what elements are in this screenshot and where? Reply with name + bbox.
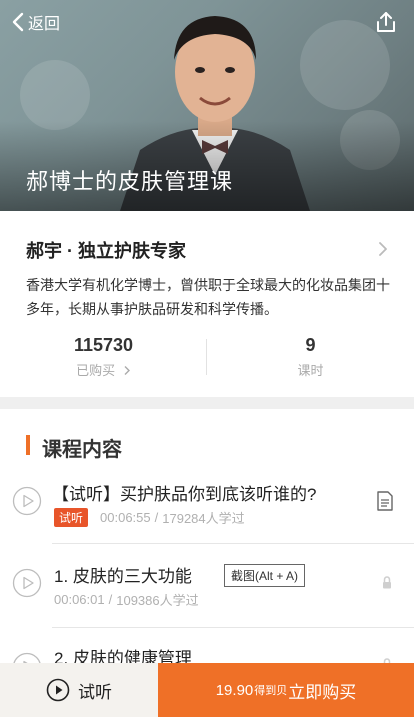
lessons-label: 课时	[297, 363, 324, 378]
lesson-title: 2. 皮肤的健康管理	[54, 649, 192, 663]
lesson-meta: 00:06:01 / 109386人学过	[54, 590, 199, 609]
play-circle-icon[interactable]	[12, 568, 42, 598]
author-section: 郝宇 · 独立护肤专家 香港大学有机化学博士，曾供职于全球最大的化妆品集团十多年…	[0, 211, 414, 397]
accent-bar	[26, 435, 30, 455]
lesson-learners: 179284人学过	[162, 511, 245, 526]
lesson-item[interactable]: 1. 皮肤的三大功能 00:06:01 / 109386人学过 截图(Alt +…	[0, 544, 414, 628]
purchased-label-row: 已购买	[0, 360, 207, 379]
lesson-meta: 试听 00:06:55 / 179284人学过	[54, 508, 245, 527]
chevron-right-icon	[124, 366, 130, 375]
lesson-item[interactable]: 2. 皮肤的健康管理	[0, 628, 414, 663]
share-button[interactable]	[374, 10, 398, 39]
lesson-title: 1. 皮肤的三大功能	[54, 567, 192, 586]
chevron-left-icon	[12, 12, 24, 32]
bottom-action-bar: 试听 19.90 得到贝 立即购买	[0, 663, 414, 717]
author-description: 香港大学有机化学博士，曾供职于全球最大的化妆品集团十多年，长期从事护肤品研发和科…	[26, 277, 390, 317]
trial-button-label: 试听	[78, 682, 112, 702]
lessons-count: 9	[305, 335, 316, 355]
course-stats: 115730 已购买 9 课时	[0, 335, 414, 385]
section-title: 课程内容	[42, 439, 122, 461]
back-button[interactable]: 返回	[12, 10, 60, 34]
back-label: 返回	[28, 16, 61, 33]
lock-icon	[383, 576, 391, 589]
chevron-right-icon[interactable]	[378, 241, 388, 257]
screenshot-tooltip: 截图(Alt + A)	[224, 564, 306, 587]
play-circle-icon[interactable]	[12, 652, 42, 663]
purchased-label: 已购买	[76, 363, 116, 378]
purchased-stat[interactable]: 115730 已购买	[0, 335, 207, 379]
section-separator	[0, 397, 414, 409]
lesson-learners: 109386人学过	[116, 593, 199, 608]
lesson-item[interactable]: 【试听】买护肤品你到底该听谁的? 试听 00:06:55 / 179284人学过	[0, 460, 414, 544]
play-circle-icon	[46, 678, 70, 702]
course-cover: 返回 郝博士的皮肤管理课	[0, 0, 414, 211]
bokeh-light	[20, 60, 90, 130]
lesson-title: 【试听】买护肤品你到底该听谁的?	[52, 485, 317, 504]
document-icon[interactable]	[376, 490, 394, 512]
buy-button[interactable]: 19.90 得到贝 立即购买	[158, 663, 414, 717]
play-circle-icon[interactable]	[12, 486, 42, 516]
price-unit: 得到贝	[254, 685, 288, 697]
course-title: 郝博士的皮肤管理课	[26, 169, 234, 194]
share-icon	[377, 12, 395, 32]
price: 19.90	[215, 681, 254, 699]
lesson-duration: 00:06:01	[54, 592, 105, 607]
lesson-duration: 00:06:55	[100, 510, 151, 525]
buy-button-label: 立即购买	[288, 682, 357, 702]
meta-separator: /	[108, 592, 113, 607]
author-name[interactable]: 郝宇 · 独立护肤专家	[26, 237, 186, 263]
meta-separator: /	[154, 510, 159, 525]
lessons-stat: 9 课时	[207, 335, 414, 379]
trial-button[interactable]: 试听	[0, 663, 158, 717]
purchased-count: 115730	[73, 335, 134, 355]
trial-badge: 试听	[54, 508, 89, 527]
